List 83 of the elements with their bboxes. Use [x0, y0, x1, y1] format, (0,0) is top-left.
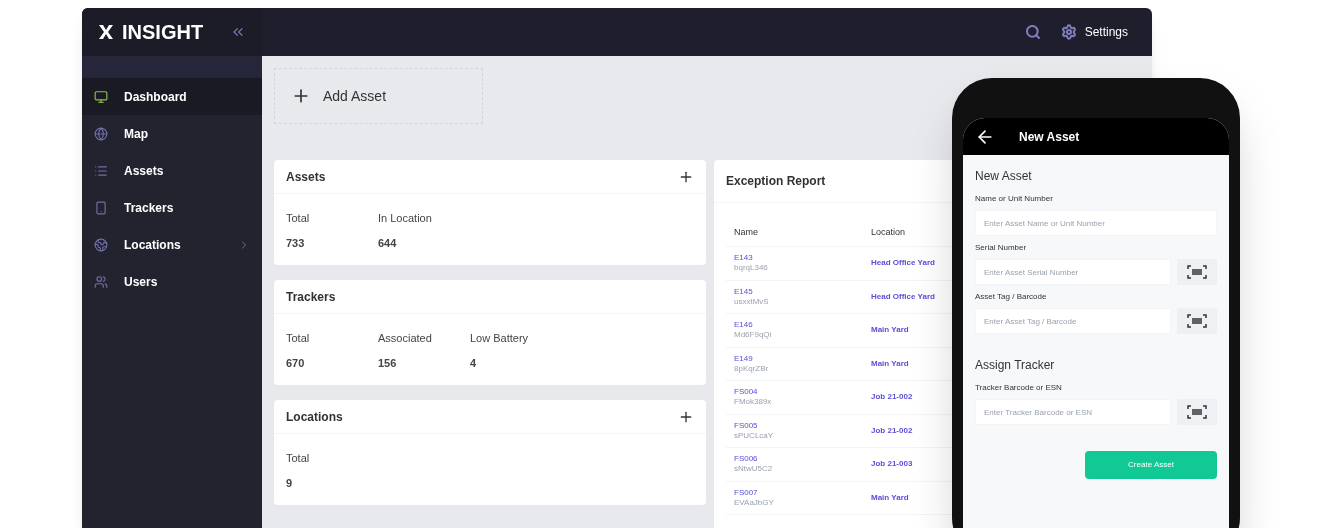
location-link[interactable]: Job 21-002 [871, 391, 913, 404]
stat-label: In Location [378, 211, 433, 226]
stat-value: 733 [286, 235, 306, 251]
serial-text: bqrqL346 [734, 263, 769, 274]
text-field[interactable]: Enter Tracker Barcode or ESN [975, 399, 1171, 425]
settings-button[interactable]: Settings [1060, 23, 1128, 41]
asset-name-link[interactable]: FS007 [734, 487, 871, 498]
sidebar-item[interactable]: Dashboard [82, 78, 262, 115]
serial-text: 8pKqrZBr [734, 363, 770, 374]
sidebar-item[interactable]: Trackers [82, 189, 262, 226]
field-label: Tracker Barcode or ESN [975, 382, 1063, 394]
asset-name-link[interactable]: E145 [734, 286, 871, 297]
stat-label: Total [286, 211, 311, 226]
sidebar-item[interactable]: Map [82, 115, 262, 152]
column-header: Location [871, 225, 906, 239]
globe-icon [94, 126, 108, 141]
stat-value: 9 [286, 475, 294, 491]
earth-icon [94, 237, 108, 252]
stat-label: Total [286, 331, 311, 346]
screen-title: New Asset [1019, 128, 1080, 146]
add-asset-button[interactable]: Add Asset [274, 68, 483, 124]
column-header: Name [734, 225, 759, 239]
stat-value: 156 [378, 355, 398, 371]
asset-name-link[interactable]: E146 [734, 320, 871, 331]
barcode-scan-icon [1187, 265, 1207, 279]
stat-label: Total [286, 451, 311, 466]
location-link[interactable]: Main Yard [871, 491, 909, 504]
stat-label: Associated [378, 331, 433, 346]
logo-icon [98, 24, 114, 40]
field-label: Asset Tag / Barcode [975, 291, 1048, 303]
serial-text: usxxtMvS [734, 296, 770, 307]
stat-value: 670 [286, 355, 306, 371]
card-title: Trackers [286, 288, 336, 306]
serial-text: FMok389x [734, 397, 773, 408]
section-heading: Assign Tracker [975, 357, 1056, 374]
app-logo: INSIGHT [122, 20, 204, 45]
barcode-scan-icon [1187, 314, 1207, 328]
monitor-icon [94, 89, 108, 104]
text-field[interactable]: Enter Asset Serial Number [975, 259, 1171, 285]
field-label: Serial Number [975, 242, 1028, 254]
scan-button[interactable] [1177, 399, 1217, 425]
text-field[interactable]: Enter Asset Tag / Barcode [975, 308, 1171, 334]
sidebar-item[interactable]: Assets [82, 152, 262, 189]
sidebar-label: Users [124, 273, 159, 291]
location-link[interactable]: Main Yard [871, 324, 909, 337]
scan-button[interactable] [1177, 308, 1217, 334]
serial-text: sNtwU5C2 [734, 464, 774, 475]
asset-name-link[interactable]: E143 [734, 253, 871, 264]
asset-name-link[interactable]: FS006 [734, 454, 871, 465]
search-icon[interactable] [1024, 24, 1041, 40]
stat-label: Low Battery [470, 331, 530, 346]
asset-name-link[interactable]: E149 [734, 353, 871, 364]
card-title: Locations [286, 408, 343, 426]
asset-name-link[interactable]: FS004 [734, 387, 871, 398]
settings-icon [1060, 24, 1077, 40]
asset-name-link[interactable]: FS005 [734, 420, 871, 431]
phone-icon [94, 200, 108, 215]
list-icon [94, 163, 108, 178]
location-link[interactable]: Job 21-002 [871, 424, 913, 437]
barcode-scan-icon [1187, 405, 1207, 419]
sidebar-item[interactable]: Users [82, 263, 262, 300]
location-link[interactable]: Head Office Yard [871, 257, 935, 270]
users-icon [94, 274, 108, 289]
card-title: Assets [286, 168, 326, 186]
location-link[interactable]: Job 21-003 [871, 458, 913, 471]
serial-text: Md6F9qQi [734, 330, 773, 341]
sidebar-label: Dashboard [124, 88, 188, 106]
card-title: Exception Report [726, 173, 826, 190]
location-link[interactable]: Head Office Yard [871, 290, 935, 303]
field-label: Name or Unit Number [975, 193, 1054, 205]
stat-value: 4 [470, 355, 478, 371]
scan-button[interactable] [1177, 259, 1217, 285]
sidebar-item[interactable]: Locations [82, 226, 262, 263]
sidebar-label: Locations [124, 236, 182, 254]
sidebar-label: Map [124, 125, 149, 143]
sidebar-label: Trackers [124, 199, 175, 217]
form-title: New Asset [975, 168, 1033, 185]
text-field[interactable]: Enter Asset Name or Unit Number [975, 210, 1217, 236]
stat-value: 644 [378, 235, 398, 251]
serial-text: sPUCLcaY [734, 430, 775, 441]
location-link[interactable]: Main Yard [871, 357, 909, 370]
sidebar-label: Assets [124, 162, 165, 180]
serial-text: EVAaJbGY [734, 497, 775, 508]
